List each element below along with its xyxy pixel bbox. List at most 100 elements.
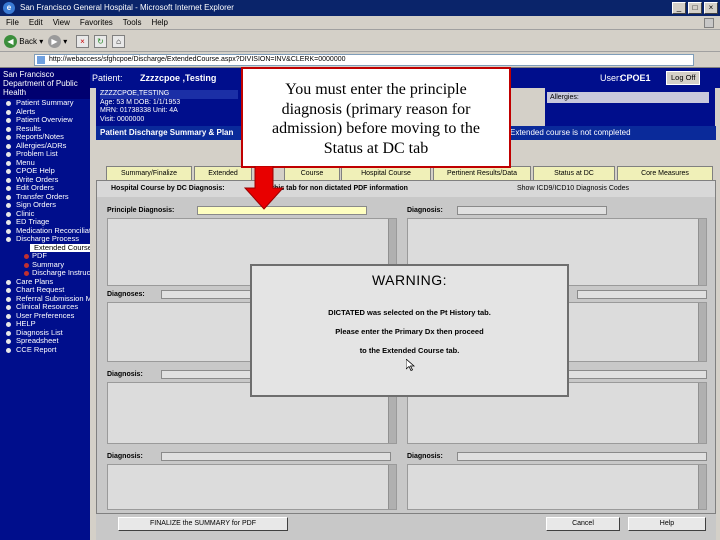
- tab-pertinent-results[interactable]: Pertinent Results/Data: [433, 166, 531, 180]
- sidebar-item[interactable]: CCE Report: [0, 344, 90, 355]
- close-button[interactable]: ×: [704, 2, 718, 14]
- menu-edit[interactable]: Edit: [29, 16, 43, 29]
- bullet-icon: [6, 313, 11, 319]
- patient-info-line: Age: 53 M DOB: 1/1/1953: [100, 98, 181, 106]
- bullet-icon: [6, 339, 11, 344]
- bullet-icon: [6, 211, 11, 217]
- bullet-icon: [6, 169, 11, 174]
- logoff-button[interactable]: Log Off: [666, 71, 701, 85]
- callout-line: You must enter the principle: [285, 81, 467, 98]
- maximize-button[interactable]: □: [688, 2, 702, 14]
- user-label: User:: [600, 73, 622, 83]
- stop-icon: ×: [76, 35, 89, 49]
- bullet-icon: [6, 152, 11, 157]
- forward-arrow-icon: ▶: [48, 35, 61, 49]
- callout-line: Status at DC tab: [323, 139, 429, 157]
- patient-info-line: MRN: 01738338 Unit: 4A: [100, 107, 178, 114]
- windows-logo-icon: [704, 18, 714, 28]
- diagnosis-input[interactable]: [161, 370, 251, 379]
- warning-line: to the Extended Course tab.: [359, 346, 460, 355]
- menu-help[interactable]: Help: [151, 16, 167, 29]
- patient-name: Zzzzcpoe ,Testing: [140, 73, 217, 83]
- minimize-button[interactable]: _: [672, 2, 686, 14]
- diagnosis-text[interactable]: [407, 464, 707, 510]
- bullet-icon: [6, 186, 11, 191]
- finalize-summary-button[interactable]: FINALIZE the SUMMARY for PDF: [118, 517, 288, 531]
- diagnosis-label: Diagnosis:: [107, 453, 143, 460]
- menu-file[interactable]: File: [6, 16, 19, 29]
- sidebar-item-label: CCE Report: [16, 344, 57, 354]
- bottom-button-row: FINALIZE the SUMMARY for PDF Cancel Help: [96, 514, 716, 540]
- warning-title: WARNING:: [371, 272, 448, 288]
- tab-course[interactable]: Course: [284, 166, 340, 180]
- bullet-icon: [6, 160, 11, 166]
- bullet-icon: [6, 279, 11, 285]
- sidebar-nav: San Francisco Department of Public Healt…: [0, 68, 90, 540]
- bullet-icon: [6, 322, 11, 327]
- content-header: Hospital Course by DC Diagnosis: Use thi…: [97, 181, 715, 197]
- diagnosis-label: Diagnosis:: [407, 207, 443, 214]
- principle-diagnosis-label: Principle Diagnosis:: [107, 207, 175, 214]
- callout-line: diagnosis (primary reason for: [281, 100, 471, 118]
- browser-toolbar: ◀ Back ▾ ▶ ▾ × ↻ ⌂: [0, 30, 720, 52]
- sidebar-item[interactable]: Sign Orders: [0, 200, 90, 210]
- diagnosis-input[interactable]: [457, 452, 707, 461]
- menu-tools[interactable]: Tools: [123, 16, 142, 29]
- sidebar-item[interactable]: Patient Overview: [0, 115, 90, 125]
- diagnoses-label: Diagnoses:: [107, 291, 145, 298]
- warning-dialog: WARNING: DICTATED was selected on the Pt…: [250, 264, 569, 397]
- diagnosis-input[interactable]: [457, 206, 607, 215]
- sidebar-header: San Francisco Department of Public Healt…: [0, 68, 90, 99]
- window-title-bar: e San Francisco General Hospital - Micro…: [0, 0, 720, 16]
- tab-status-at-dc[interactable]: Status at DC: [533, 166, 615, 180]
- bullet-icon: [6, 143, 11, 149]
- stop-button[interactable]: ×: [76, 34, 89, 49]
- bullet-icon: [6, 330, 11, 336]
- address-bar: http://webaccess/sfghcpoe/Discharge/Exte…: [0, 52, 720, 68]
- down-arrow-icon: [244, 166, 284, 210]
- ie-icon: e: [3, 2, 15, 14]
- warning-line: DICTATED was selected on the Pt History …: [328, 308, 491, 317]
- patient-label: Patient:: [92, 73, 123, 83]
- user-name: CPOE1: [620, 73, 651, 83]
- diagnosis-input[interactable]: [577, 290, 707, 299]
- tab-summary-finalize[interactable]: Summary/Finalize: [106, 166, 192, 180]
- forward-button[interactable]: ▶ ▾: [48, 34, 67, 49]
- sidebar-item[interactable]: Problem List: [0, 149, 90, 159]
- bullet-icon: [6, 194, 11, 200]
- bullet-icon: [6, 296, 11, 302]
- menu-favorites[interactable]: Favorites: [80, 16, 113, 29]
- bullet-icon: [6, 220, 11, 225]
- instruction-callout: You must enter the principle diagnosis (…: [241, 67, 511, 168]
- bullet-icon: [6, 347, 11, 353]
- diagnosis-label: Diagnosis:: [407, 453, 443, 460]
- patient-info-panel: ZZZZCPOE,TESTING Age: 53 M DOB: 1/1/1953…: [96, 88, 242, 126]
- tab-core-measures[interactable]: Core Measures: [617, 166, 713, 180]
- section-title: Patient Discharge Summary & Plan: [100, 128, 234, 137]
- sidebar-item[interactable]: Patient Summary: [0, 98, 90, 108]
- bullet-icon: [6, 288, 11, 293]
- refresh-button[interactable]: ↻: [94, 34, 107, 49]
- back-button[interactable]: ◀ Back ▾: [4, 34, 43, 49]
- callout-line: admission) before moving to the: [272, 120, 480, 137]
- bullet-icon: [6, 135, 11, 140]
- bullet-icon: [6, 305, 11, 310]
- home-button[interactable]: ⌂: [112, 34, 125, 49]
- back-arrow-icon: ◀: [4, 35, 17, 49]
- tab-hospital-course[interactable]: Hospital Course: [341, 166, 431, 180]
- diagnosis-input[interactable]: [161, 452, 391, 461]
- diagnosis-text[interactable]: [107, 464, 397, 510]
- page-icon: [37, 56, 45, 64]
- address-input[interactable]: http://webaccess/sfghcpoe/Discharge/Exte…: [34, 54, 694, 66]
- bullet-icon: [6, 126, 11, 132]
- allergy-panel: Allergies:: [545, 88, 715, 126]
- cancel-button[interactable]: Cancel: [546, 517, 620, 531]
- sidebar-item[interactable]: User Preferences: [0, 311, 90, 321]
- show-codes-link[interactable]: Show ICD9/ICD10 Diagnosis Codes: [517, 181, 629, 197]
- bullet-icon: [6, 228, 11, 234]
- diagnoses-input[interactable]: [161, 290, 251, 299]
- bullet-icon: [6, 177, 11, 183]
- hospital-course-heading: Hospital Course by DC Diagnosis:: [111, 185, 225, 192]
- help-button[interactable]: Help: [628, 517, 706, 531]
- menu-view[interactable]: View: [53, 16, 70, 29]
